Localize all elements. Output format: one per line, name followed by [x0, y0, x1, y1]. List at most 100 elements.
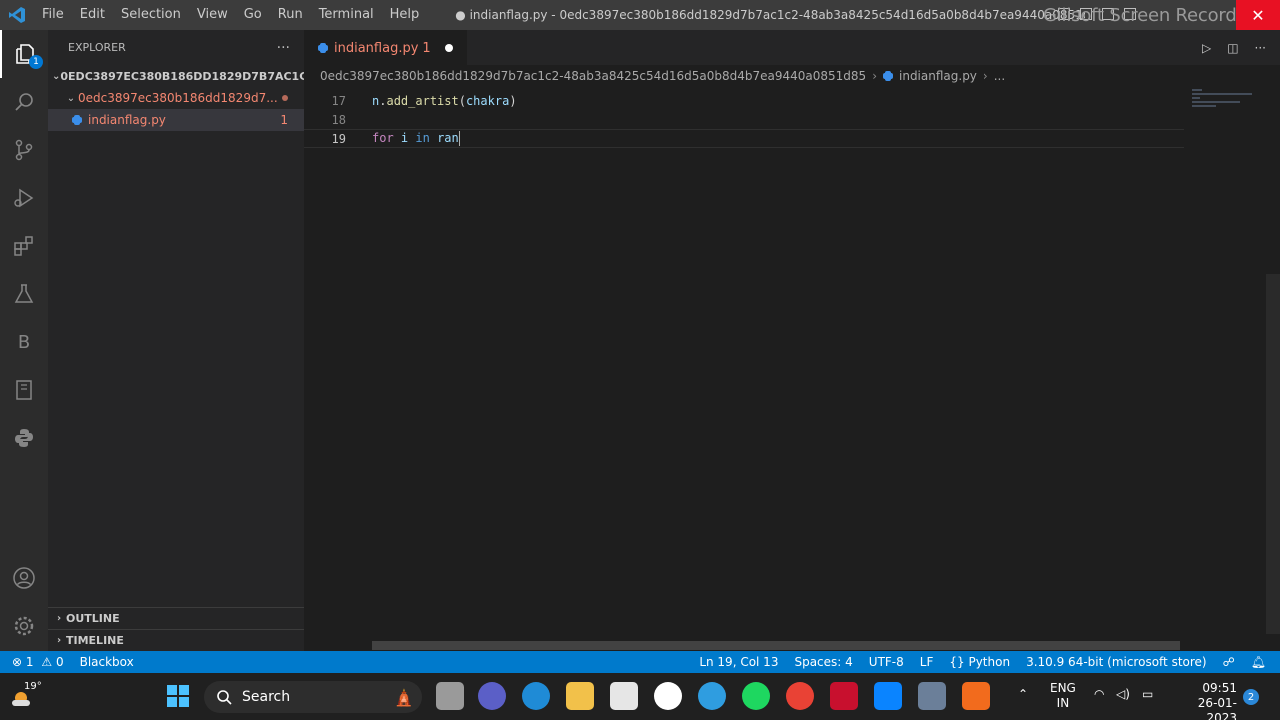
search-icon: [217, 690, 232, 705]
editor-tabs: indianflag.py 1 ▷ ◫ ···: [304, 30, 1280, 65]
horizontal-scrollbar[interactable]: [372, 641, 1180, 650]
clock[interactable]: 09:51 26-01-2023: [1175, 681, 1237, 720]
volume-icon[interactable]: ◁): [1116, 687, 1130, 702]
menu-go[interactable]: Go: [236, 0, 270, 30]
breadcrumb: 0edc3897ec380b186dd1829d7b7ac1c2-48ab3a8…: [304, 65, 1280, 87]
timeline-section[interactable]: › TIMELINE: [48, 629, 304, 651]
menu-help[interactable]: Help: [382, 0, 428, 30]
teams-chat-icon[interactable]: [478, 682, 506, 710]
line-text: n.add_artist(chakra): [372, 93, 517, 108]
cursor-position[interactable]: Ln 19, Col 13: [699, 655, 778, 669]
encoding[interactable]: UTF-8: [869, 655, 904, 669]
extensions-button[interactable]: [0, 222, 48, 270]
end-of-line[interactable]: LF: [920, 655, 934, 669]
run-file-icon[interactable]: ▷: [1202, 41, 1211, 55]
more-actions-icon[interactable]: ···: [1255, 41, 1266, 55]
account-button[interactable]: [0, 554, 48, 602]
split-editor-icon[interactable]: ◫: [1227, 41, 1238, 55]
menu-edit[interactable]: Edit: [72, 0, 113, 30]
edge-browser-icon[interactable]: [522, 682, 550, 710]
mcafee-icon[interactable]: [830, 682, 858, 710]
run-debug-icon: [14, 188, 34, 208]
extensions-icon: [14, 236, 33, 256]
breadcrumb-file[interactable]: indianflag.py: [899, 69, 977, 83]
python-file-icon: [318, 43, 328, 53]
folder-item[interactable]: ⌄ 0edc3897ec380b186dd1829d7...: [48, 87, 304, 109]
chevron-right-icon: ›: [56, 635, 62, 646]
text-cursor: [458, 131, 460, 146]
show-hidden-icons[interactable]: ⌃: [1018, 687, 1028, 702]
python-interpreter[interactable]: 3.10.9 64-bit (microsoft store): [1026, 655, 1207, 669]
testing-button[interactable]: [0, 270, 48, 318]
outline-section[interactable]: › OUTLINE: [48, 607, 304, 629]
vscode-taskbar-icon[interactable]: [874, 682, 902, 710]
notebook-icon: [16, 380, 32, 400]
wifi-icon[interactable]: ◠: [1094, 687, 1104, 702]
input-language[interactable]: ENG IN: [1050, 681, 1076, 711]
weather-widget[interactable]: 19°: [10, 681, 42, 711]
python-idle-icon[interactable]: [918, 682, 946, 710]
menu-selection[interactable]: Selection: [113, 0, 189, 30]
menu-run[interactable]: Run: [270, 0, 311, 30]
task-view-icon[interactable]: [436, 682, 464, 710]
chrome-icon[interactable]: [786, 682, 814, 710]
help-icon[interactable]: [698, 682, 726, 710]
account-icon: [13, 567, 35, 589]
explorer-button[interactable]: 1: [0, 30, 48, 78]
windows-start-icon[interactable]: [167, 685, 189, 707]
tab-indianflag[interactable]: indianflag.py 1: [304, 30, 467, 65]
app-icon[interactable]: [654, 682, 682, 710]
chevron-down-icon: ⌄: [66, 92, 76, 104]
explorer-badge: 1: [29, 55, 43, 69]
search-icon: [15, 93, 33, 111]
problems-status[interactable]: ⊗ 1 ⚠ 0: [12, 655, 64, 669]
workspace-root[interactable]: ⌄ 0EDC3897EC380B186DD1829D7B7AC1C2-4...: [48, 65, 304, 87]
notifications-bell-icon[interactable]: 🔔︎: [1251, 655, 1266, 669]
menu-terminal[interactable]: Terminal: [311, 0, 382, 30]
testing-icon: [14, 284, 34, 303]
taskbar-search[interactable]: Search 🛕: [204, 681, 422, 713]
menu-file[interactable]: File: [34, 0, 72, 30]
battery-icon[interactable]: ▭: [1142, 687, 1153, 702]
more-actions-icon[interactable]: ···: [277, 40, 290, 56]
microsoft-store-icon[interactable]: [610, 682, 638, 710]
manage-settings-button[interactable]: [0, 602, 48, 650]
file-item[interactable]: indianflag.py 1: [48, 109, 304, 131]
close-window-button[interactable]: ✕: [1236, 0, 1280, 30]
notebook-button[interactable]: [0, 366, 48, 414]
file-explorer-icon[interactable]: [566, 682, 594, 710]
run-debug-button[interactable]: [0, 174, 48, 222]
breadcrumb-folder[interactable]: 0edc3897ec380b186dd1829d7b7ac1c2-48ab3a8…: [320, 69, 866, 83]
spotify-icon[interactable]: [742, 682, 770, 710]
python-button[interactable]: [0, 414, 48, 462]
source-control-icon: [15, 139, 33, 161]
feedback-icon[interactable]: ☍: [1223, 655, 1235, 669]
code-line[interactable]: 17 n.add_artist(chakra): [304, 91, 1184, 110]
code-editor[interactable]: 17 n.add_artist(chakra) 18 19 for i in r…: [304, 91, 1184, 148]
indentation[interactable]: Spaces: 4: [794, 655, 852, 669]
blackbox-icon[interactable]: B: [0, 318, 48, 366]
code-line[interactable]: 18: [304, 110, 1184, 129]
error-icon: ⊗: [12, 655, 23, 669]
screen-recorder-icon[interactable]: [962, 682, 990, 710]
blackbox-status[interactable]: Blackbox: [80, 655, 134, 669]
unsaved-dot-icon[interactable]: [444, 44, 453, 52]
editor-actions: ▷ ◫ ···: [1202, 30, 1266, 65]
source-control-button[interactable]: [0, 126, 48, 174]
timeline-label: TIMELINE: [66, 634, 124, 647]
line-text: for i in ran: [372, 131, 460, 146]
temperature: 19°: [24, 681, 42, 692]
vertical-scrollbar[interactable]: [1266, 274, 1280, 634]
menu-bar: File Edit Selection View Go Run Terminal…: [34, 0, 427, 30]
tab-label: indianflag.py: [334, 40, 419, 56]
menu-view[interactable]: View: [189, 0, 236, 30]
file-problem-count: 1: [280, 113, 288, 127]
date: 26-01-2023: [1197, 696, 1237, 720]
breadcrumb-more[interactable]: ...: [994, 69, 1005, 83]
language-mode[interactable]: {} Python: [949, 655, 1010, 669]
python-file-icon: [883, 71, 893, 81]
notification-count[interactable]: 2: [1243, 689, 1259, 705]
code-line-current[interactable]: 19 for i in ran: [304, 129, 1184, 148]
search-button[interactable]: [0, 78, 48, 126]
explorer-title: EXPLORER: [68, 41, 126, 54]
